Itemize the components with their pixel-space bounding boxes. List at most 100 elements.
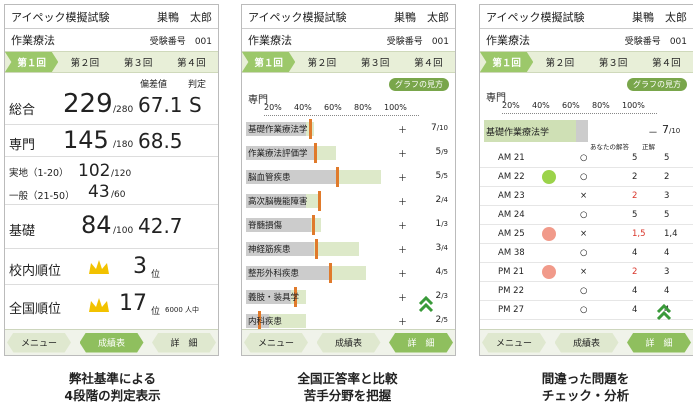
axis-tick-label: 20% bbox=[502, 101, 520, 110]
school-rank-label: 校内順位 bbox=[9, 264, 62, 279]
chevron-up-icon[interactable] bbox=[418, 295, 434, 313]
axis-tick-label: 40% bbox=[532, 101, 550, 110]
your-answer: 2 bbox=[632, 267, 638, 277]
score-marker bbox=[315, 239, 318, 259]
tab-round-2[interactable]: 第２回 bbox=[58, 52, 111, 72]
question-row[interactable]: AM 38 ○ 4 4 bbox=[480, 244, 693, 263]
axis-tick-label: 100% bbox=[384, 103, 407, 112]
question-row[interactable]: AM 25 × 1,5 1,4 bbox=[480, 225, 693, 244]
round-tabs: 第１回 第２回 第３回 第４回 bbox=[480, 51, 693, 73]
expand-plus-icon[interactable]: ＋ bbox=[398, 219, 407, 232]
result-mark: ○ bbox=[580, 172, 588, 182]
tab-round-2[interactable]: 第２回 bbox=[533, 52, 586, 72]
result-mark: × bbox=[580, 191, 588, 201]
score-marker bbox=[313, 143, 317, 163]
smiley-happy-icon bbox=[542, 170, 556, 184]
question-row[interactable]: AM 24 ○ 5 5 bbox=[480, 206, 693, 225]
menu-button[interactable]: メニュー bbox=[244, 332, 308, 353]
graph-guide-button[interactable]: グラフの見方 bbox=[389, 78, 449, 91]
correct-answer: 5 bbox=[664, 210, 670, 220]
detail-button[interactable]: 詳 細 bbox=[152, 332, 216, 353]
footer-nav: メニュー 成績表 詳 細 bbox=[242, 329, 455, 355]
question-id: AM 22 bbox=[498, 172, 525, 182]
phone-comparison: アイペック模擬試験 巣鴨 太郎 作業療法 受験番号 001 第１回 第２回 第３回 … bbox=[241, 4, 456, 356]
correct-answer: 3 bbox=[664, 267, 670, 277]
app-title: アイペック模擬試験 bbox=[486, 10, 585, 24]
your-answer: 5 bbox=[632, 153, 638, 163]
expand-plus-icon[interactable]: ＋ bbox=[398, 315, 407, 328]
expand-plus-icon[interactable]: ＋ bbox=[398, 147, 407, 160]
detail-button[interactable]: 詳 細 bbox=[389, 332, 453, 353]
ippan-score: 43 bbox=[88, 182, 110, 202]
category-row: 高次脳機能障害 ＋ 2/4 bbox=[246, 191, 452, 211]
percent-axis: 20% 40% 60% 80% 100% bbox=[480, 101, 693, 115]
detail-button[interactable]: 詳 細 bbox=[627, 332, 691, 353]
category-label: 作業療法評価学 bbox=[248, 149, 308, 159]
expand-plus-icon[interactable]: ＋ bbox=[398, 171, 407, 184]
expand-plus-icon[interactable]: ＋ bbox=[398, 291, 407, 304]
round-tabs: 第１回 第２回 第３回 第４回 bbox=[5, 51, 218, 73]
menu-button[interactable]: メニュー bbox=[7, 332, 71, 353]
expand-plus-icon[interactable]: ＋ bbox=[398, 243, 407, 256]
tab-round-3[interactable]: 第３回 bbox=[349, 52, 402, 72]
question-row[interactable]: AM 23 × 2 3 bbox=[480, 187, 693, 206]
tab-round-3[interactable]: 第３回 bbox=[112, 52, 165, 72]
subject-name: 作業療法 bbox=[11, 34, 55, 47]
exam-number: 受験番号 001 bbox=[386, 36, 449, 47]
tab-round-1[interactable]: 第１回 bbox=[480, 52, 534, 72]
category-label: 脊髄損傷 bbox=[248, 221, 283, 231]
phone-questions: アイペック模擬試験 巣鴨 太郎 作業療法 受験番号 001 第１回 第２回 第３回 … bbox=[479, 4, 693, 356]
expand-plus-icon[interactable]: ＋ bbox=[398, 267, 407, 280]
result-mark: ○ bbox=[580, 286, 588, 296]
axis-tick-label: 100% bbox=[622, 101, 645, 110]
question-row[interactable]: PM 21 × 2 3 bbox=[480, 263, 693, 282]
tab-round-2[interactable]: 第２回 bbox=[295, 52, 348, 72]
graph-guide-button[interactable]: グラフの見方 bbox=[627, 78, 687, 91]
result-mark: ○ bbox=[580, 248, 588, 258]
correct-answer: 2 bbox=[664, 172, 670, 182]
category-score: 7/10 bbox=[431, 123, 448, 133]
category-score: 5/9 bbox=[435, 147, 448, 157]
axis-line bbox=[264, 115, 419, 116]
question-id: AM 25 bbox=[498, 229, 525, 239]
tab-round-4[interactable]: 第４回 bbox=[165, 52, 218, 72]
result-mark: × bbox=[580, 229, 588, 239]
axis-tick-label: 40% bbox=[294, 103, 312, 112]
national-rank-unit: 位 bbox=[151, 307, 161, 317]
menu-button[interactable]: メニュー bbox=[482, 332, 546, 353]
subject-bar: 作業療法 受験番号 001 bbox=[480, 29, 693, 51]
category-row: 脳血管疾患 ＋ 5/5 bbox=[246, 167, 452, 187]
correct-answer: 4 bbox=[664, 248, 670, 258]
score-marker bbox=[318, 191, 321, 211]
question-row[interactable]: AM 22 ○ 2 2 bbox=[480, 168, 693, 187]
results-button[interactable]: 成績表 bbox=[316, 332, 381, 353]
average-bar-fill bbox=[576, 120, 588, 142]
chevron-up-icon[interactable] bbox=[656, 303, 672, 321]
subject-bar: 作業療法 受験番号 001 bbox=[242, 29, 455, 51]
your-answer: 4 bbox=[632, 248, 638, 258]
question-row[interactable]: PM 22 ○ 4 4 bbox=[480, 282, 693, 301]
app-header: アイペック模擬試験 巣鴨 太郎 bbox=[480, 5, 693, 29]
results-button[interactable]: 成績表 bbox=[79, 332, 144, 353]
phone-summary: アイペック模擬試験 巣鴨 太郎 作業療法 受験番号 001 第１回 第２回 第３回 … bbox=[4, 4, 219, 356]
category-label: 基礎作業療法学 bbox=[486, 128, 550, 138]
national-rank-total: 6000 人中 bbox=[165, 306, 200, 314]
tab-round-4[interactable]: 第４回 bbox=[402, 52, 455, 72]
tab-round-1[interactable]: 第１回 bbox=[5, 52, 59, 72]
question-id: PM 27 bbox=[498, 305, 524, 315]
correct-answer: 5 bbox=[664, 153, 670, 163]
category-score: 3/4 bbox=[435, 243, 448, 253]
results-button[interactable]: 成績表 bbox=[554, 332, 619, 353]
score-marker bbox=[309, 119, 312, 139]
expand-plus-icon[interactable]: ＋ bbox=[398, 195, 407, 208]
your-answer: 2 bbox=[632, 191, 638, 201]
smiley-sad-icon bbox=[542, 227, 556, 241]
tab-round-4[interactable]: 第４回 bbox=[640, 52, 693, 72]
question-row[interactable]: AM 21 ○ 5 5 bbox=[480, 149, 693, 168]
expand-plus-icon[interactable]: ＋ bbox=[398, 123, 407, 136]
tab-round-1[interactable]: 第１回 bbox=[242, 52, 296, 72]
result-mark: ○ bbox=[580, 153, 588, 163]
total-row: 総合 229 /280 67.1 S bbox=[5, 87, 218, 125]
axis-tick-label: 60% bbox=[324, 103, 342, 112]
tab-round-3[interactable]: 第３回 bbox=[587, 52, 640, 72]
